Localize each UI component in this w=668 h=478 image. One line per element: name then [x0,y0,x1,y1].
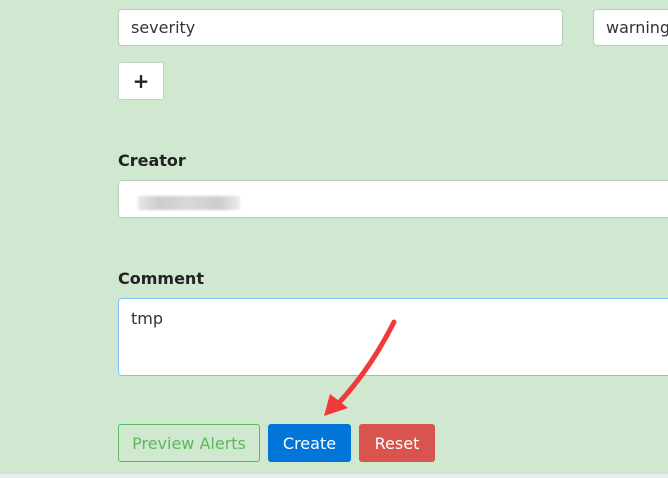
annotation-arrow-icon [324,319,397,416]
bottom-divider [0,474,668,478]
